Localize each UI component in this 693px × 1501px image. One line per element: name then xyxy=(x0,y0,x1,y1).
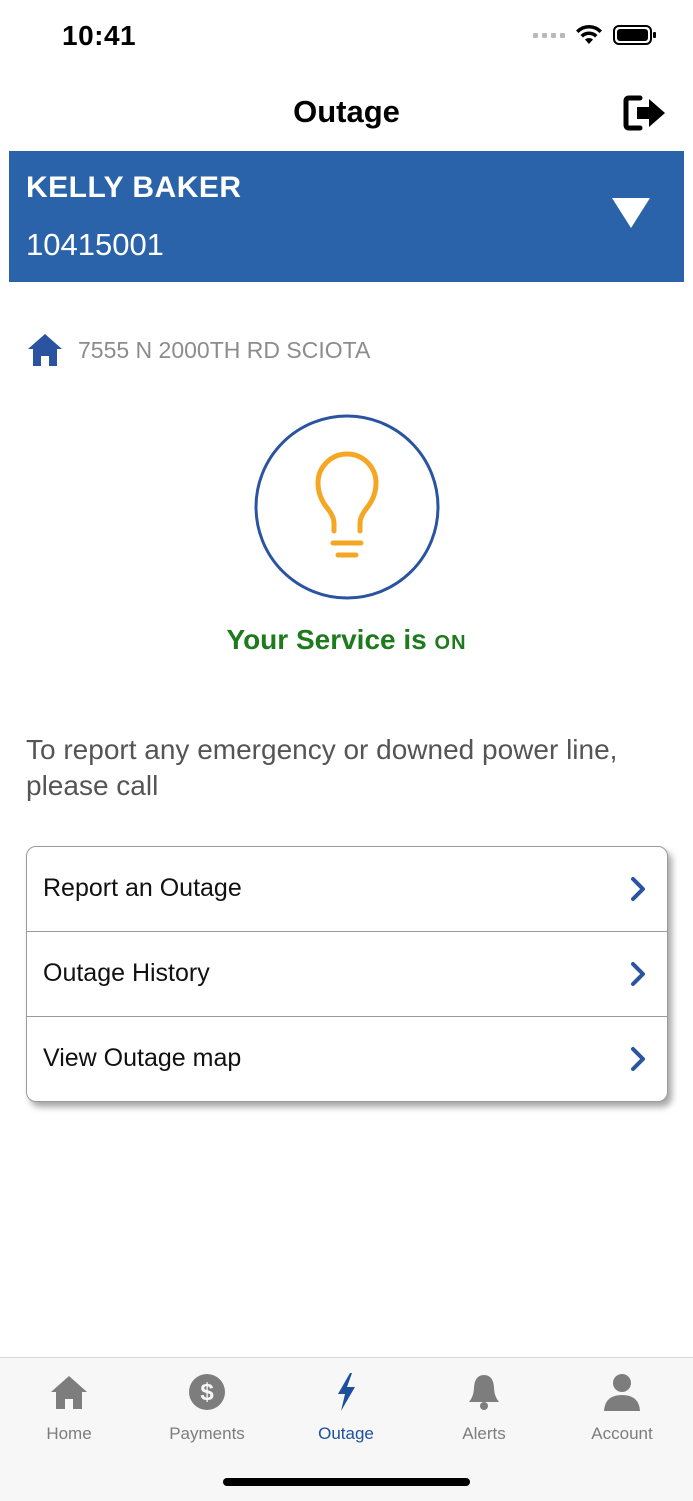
service-status-text: Your Service is ON xyxy=(0,624,693,656)
outage-history-item[interactable]: Outage History xyxy=(27,932,667,1017)
nav-header: Outage xyxy=(0,76,693,150)
view-outage-map-item[interactable]: View Outage map xyxy=(27,1017,667,1101)
wifi-icon xyxy=(576,24,602,44)
outage-menu: Report an Outage Outage History View Out… xyxy=(26,846,668,1102)
chevron-right-icon xyxy=(631,877,645,901)
service-status-value: ON xyxy=(434,632,467,654)
report-outage-item[interactable]: Report an Outage xyxy=(27,847,667,932)
account-name: KELLY BAKER xyxy=(26,171,242,204)
tab-label: Account xyxy=(591,1424,653,1443)
tab-bar: Home $ Payments Outage Alerts Account xyxy=(0,1357,693,1501)
address-text: 7555 N 2000TH RD SCIOTA xyxy=(78,336,371,363)
account-number: 10415001 xyxy=(26,227,164,262)
page-title: Outage xyxy=(293,94,400,129)
home-icon xyxy=(51,1376,87,1409)
dollar-icon: $ xyxy=(189,1374,225,1410)
status-icons xyxy=(533,24,657,46)
tab-account[interactable]: Account xyxy=(553,1372,691,1444)
battery-icon xyxy=(613,25,656,45)
menu-item-label: Report an Outage xyxy=(43,874,242,902)
menu-item-label: Outage History xyxy=(43,959,210,987)
person-icon xyxy=(604,1374,640,1411)
tab-home[interactable]: Home xyxy=(0,1372,138,1444)
status-bar: 10:41 xyxy=(0,0,693,76)
tab-label: Payments xyxy=(169,1424,245,1443)
service-status-label: Your Service is xyxy=(226,624,427,655)
logout-icon xyxy=(623,95,665,131)
lightbulb-icon xyxy=(254,414,440,600)
caret-down-icon xyxy=(612,198,650,228)
tab-label: Outage xyxy=(318,1424,374,1443)
home-indicator xyxy=(223,1478,470,1486)
chevron-right-icon xyxy=(631,1047,645,1071)
tab-label: Home xyxy=(46,1424,92,1443)
service-status-indicator xyxy=(254,414,440,600)
svg-text:$: $ xyxy=(200,1379,214,1406)
status-time: 10:41 xyxy=(62,20,137,51)
bell-icon xyxy=(469,1375,499,1410)
logout-button[interactable] xyxy=(623,94,667,132)
tab-outage[interactable]: Outage xyxy=(277,1372,415,1444)
tab-alerts[interactable]: Alerts xyxy=(415,1372,553,1444)
tab-label: Alerts xyxy=(462,1424,506,1443)
chevron-right-icon xyxy=(631,962,645,986)
service-address: 7555 N 2000TH RD SCIOTA xyxy=(26,332,370,368)
tab-payments[interactable]: $ Payments xyxy=(138,1372,276,1444)
home-icon xyxy=(28,334,62,366)
menu-item-label: View Outage map xyxy=(43,1044,242,1072)
lightning-icon xyxy=(338,1373,355,1411)
account-selector[interactable]: KELLY BAKER 10415001 xyxy=(9,151,684,282)
cellular-signal-icon xyxy=(533,32,565,38)
emergency-instructions: To report any emergency or downed power … xyxy=(26,734,618,801)
